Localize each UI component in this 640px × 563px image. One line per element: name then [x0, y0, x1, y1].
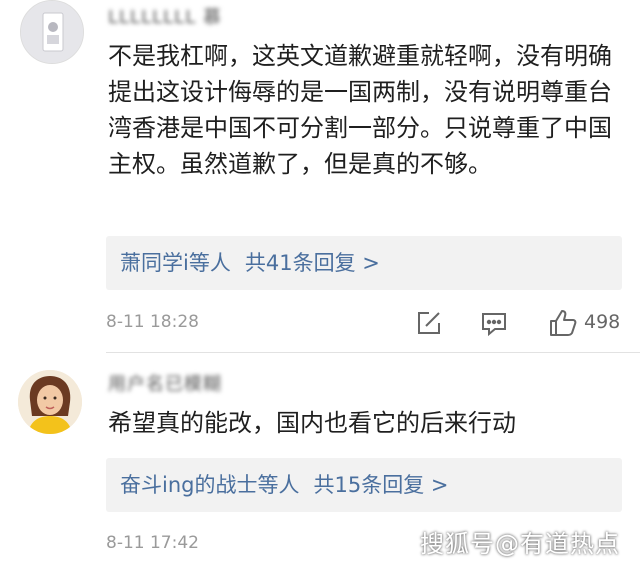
share-icon[interactable] [416, 310, 442, 340]
replies-users: 萧同学i等人 [120, 251, 231, 275]
comment-timestamp: 8-11 17:42 [106, 533, 199, 553]
like-count: 498 [584, 311, 621, 333]
replies-link[interactable]: 奋斗ing的战士等人 共15条回复 > [106, 458, 622, 512]
comment-username[interactable]: LLLLLLLL 慕 [108, 3, 222, 29]
comment-text: 不是我杠啊，这英文道歉避重就轻啊，没有明确提出这设计侮辱的是一国两制，没有说明尊… [108, 42, 612, 178]
comment-username[interactable]: 用户名已模糊 [108, 370, 222, 396]
divider [106, 352, 640, 353]
comment-text: 希望真的能改，国内也看它的后来行动 [108, 409, 516, 437]
replies-count: 共15条回复 > [313, 473, 449, 497]
comment-icon[interactable] [480, 310, 508, 342]
like-icon[interactable] [548, 308, 578, 342]
user-avatar[interactable] [18, 370, 82, 434]
user-avatar[interactable] [20, 0, 84, 64]
comment-timestamp: 8-11 18:28 [106, 312, 199, 332]
replies-count: 共41条回复 > [244, 251, 380, 275]
replies-users: 奋斗ing的战士等人 [120, 473, 300, 497]
watermark: 搜狐号@有道热点 [420, 530, 620, 558]
replies-link[interactable]: 萧同学i等人 共41条回复 > [106, 236, 622, 290]
